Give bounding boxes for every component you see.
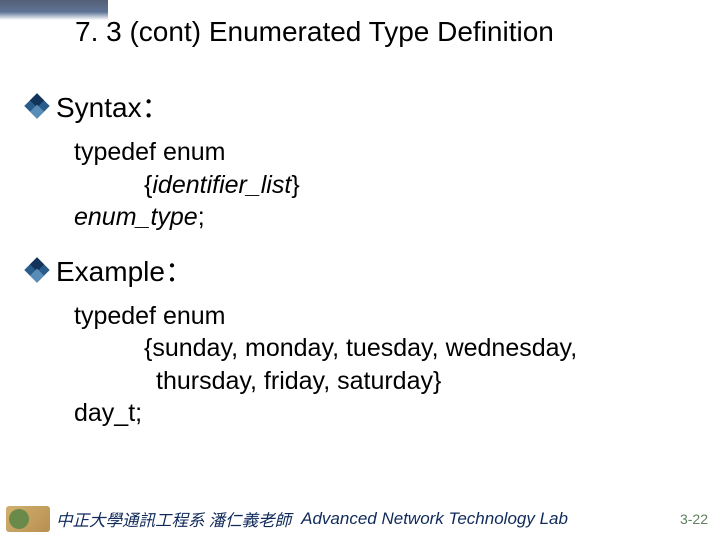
identifier-list: identifier_list: [152, 171, 291, 199]
footer-right-text: Advanced Network Technology Lab: [301, 509, 568, 529]
example-line1: typedef enum: [74, 300, 700, 333]
lab-logo-icon: [6, 506, 50, 532]
example-heading-row: Example：: [28, 250, 700, 290]
syntax-heading: Syntax：: [56, 86, 170, 126]
diamond-bullet-icon: [24, 257, 49, 282]
syntax-heading-row: Syntax：: [28, 86, 700, 126]
syntax-code: typedef enum {identifier_list} enum_type…: [74, 136, 700, 234]
enum-type: enum_type: [74, 203, 198, 231]
example-line3: thursday, friday, saturday}: [156, 365, 700, 398]
example-heading: Example：: [56, 250, 193, 290]
syntax-line3: enum_type;: [74, 201, 700, 234]
example-line4: day_t;: [74, 397, 700, 430]
brace-close: }: [291, 171, 299, 199]
example-code: typedef enum {sunday, monday, tuesday, w…: [74, 300, 700, 430]
syntax-line1: typedef enum: [74, 136, 700, 169]
semicolon: ;: [198, 203, 205, 231]
slide-title: 7. 3 (cont) Enumerated Type Definition: [75, 16, 554, 48]
syntax-line2: {identifier_list}: [144, 169, 700, 202]
example-line2: {sunday, monday, tuesday, wednesday,: [144, 332, 700, 365]
page-number: 3-22: [670, 511, 708, 527]
diamond-bullet-icon: [24, 93, 49, 118]
slide-footer: 中正大學通訊工程系 潘仁義老師 Advanced Network Technol…: [0, 504, 720, 534]
footer-left-text: 中正大學通訊工程系 潘仁義老師: [56, 507, 291, 531]
slide-content: Syntax： typedef enum {identifier_list} e…: [28, 86, 700, 446]
